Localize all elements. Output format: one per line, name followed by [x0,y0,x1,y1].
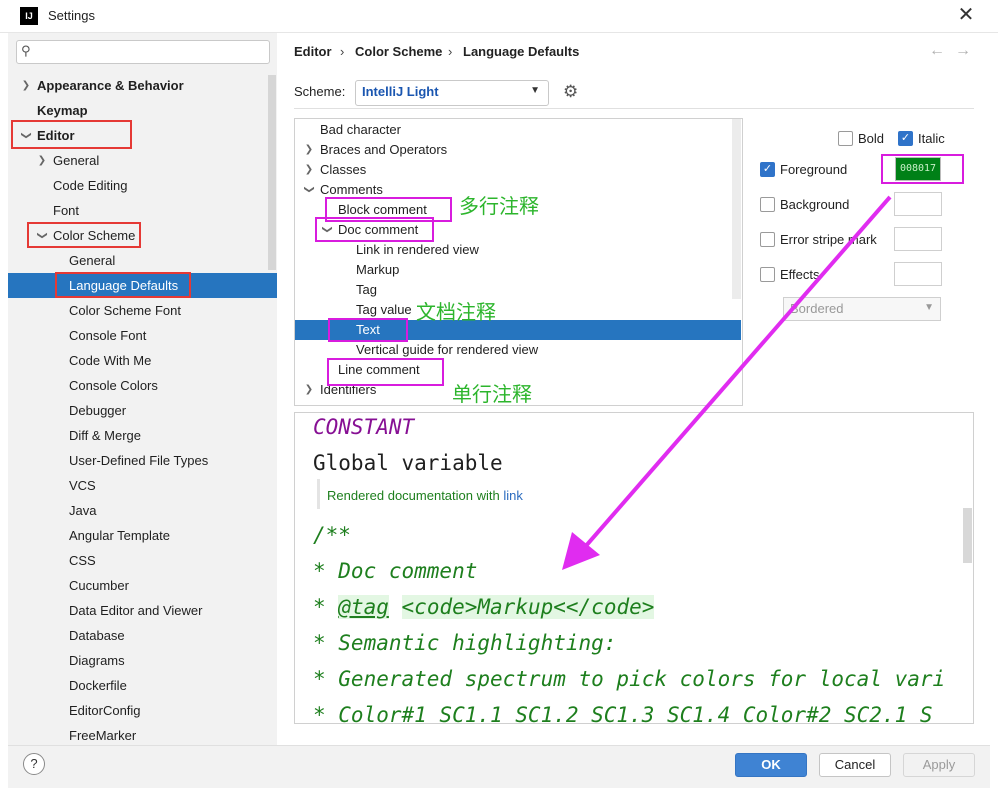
cancel-button[interactable]: Cancel [819,753,891,777]
ok-button[interactable]: OK [735,753,807,777]
apply-button[interactable]: Apply [903,753,975,777]
help-icon[interactable]: ? [23,753,45,775]
annotation-arrow [562,195,892,570]
